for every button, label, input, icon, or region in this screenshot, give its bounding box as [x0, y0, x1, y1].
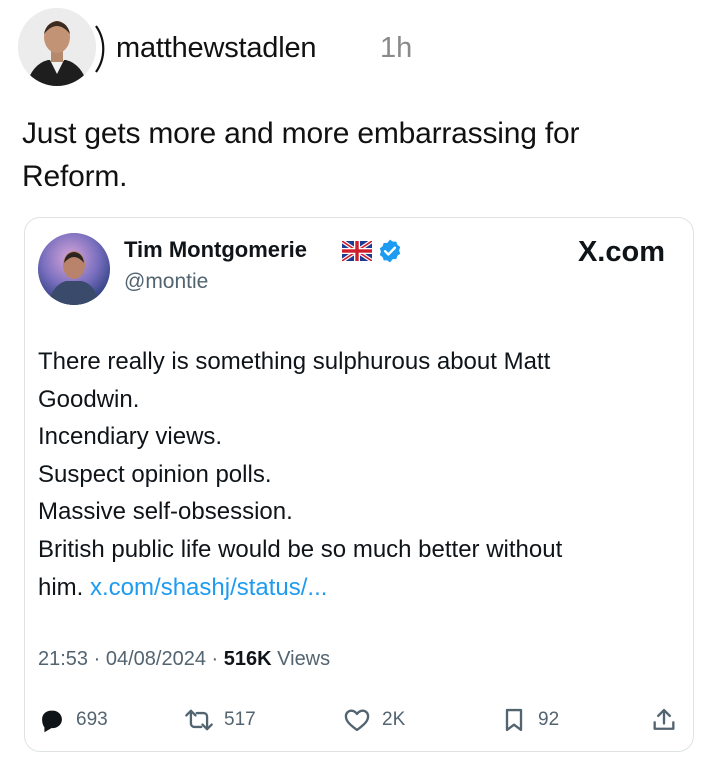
- tweet-meta: 21:53 · 04/08/2024 · 516K Views: [38, 648, 330, 671]
- tweet-time: 21:53: [38, 648, 89, 670]
- tweet-actions: 693 517 2K 92: [38, 703, 683, 737]
- tweet-date: 04/08/2024: [105, 648, 206, 670]
- post-header: matthewstadlen 1h: [18, 6, 698, 90]
- repost-icon: [185, 709, 213, 731]
- uk-flag-icon: [342, 241, 372, 261]
- post-text-line: Just gets more and more embarrassing for: [22, 117, 580, 150]
- tweet-body-line: Goodwin.: [38, 385, 140, 413]
- tweet-author-handle[interactable]: @montie: [124, 270, 208, 294]
- share-icon: [653, 708, 675, 730]
- views-count: 516K: [223, 648, 272, 670]
- meta-separator: ·: [211, 648, 219, 670]
- like-count: 2K: [382, 709, 406, 730]
- bookmark-button[interactable]: 92: [500, 703, 559, 737]
- tweet-body: There really is something sulphurous abo…: [38, 343, 683, 606]
- repost-count: 517: [224, 709, 256, 730]
- username[interactable]: matthewstadlen: [116, 32, 317, 65]
- post-text-line: Reform.: [22, 160, 128, 193]
- post-time: 1h: [380, 32, 413, 64]
- tweet-body-line: Massive self-obsession.: [38, 498, 293, 526]
- tweet-body-line: Suspect opinion polls.: [38, 460, 272, 488]
- like-button[interactable]: 2K: [342, 703, 405, 737]
- meta-separator: ·: [93, 648, 101, 670]
- tweet-body-line: Incendiary views.: [38, 423, 223, 451]
- share-button[interactable]: [650, 703, 678, 737]
- repost-button[interactable]: 517: [184, 703, 256, 737]
- verified-icon: [379, 239, 401, 263]
- bookmark-count: 92: [538, 709, 560, 730]
- story-ring-icon: [95, 25, 105, 73]
- tweet-author-avatar[interactable]: [38, 233, 110, 305]
- tweet-body-line: There really is something sulphurous abo…: [38, 348, 551, 375]
- reply-icon: [42, 710, 62, 733]
- like-icon: [344, 709, 370, 732]
- reply-count: 693: [76, 709, 108, 730]
- tweet-body-line-last: him. x.com/shashj/status/...: [38, 569, 683, 607]
- tweet-author-name[interactable]: Tim Montgomerie: [124, 237, 307, 263]
- source-label: X.com: [577, 236, 665, 268]
- tweet-link[interactable]: x.com/shashj/status/...: [90, 574, 327, 601]
- author-avatar[interactable]: [18, 6, 105, 90]
- bookmark-icon: [505, 708, 523, 732]
- embedded-tweet-card[interactable]: Tim Montgomerie @montie X.com There real…: [24, 217, 694, 752]
- views-label: Views: [277, 648, 331, 670]
- reply-button[interactable]: 693: [38, 703, 108, 737]
- tweet-body-prefix: him.: [38, 573, 84, 601]
- tweet-body-line: British public life would be so much bet…: [38, 535, 563, 563]
- post-text: Just gets more and more embarrassing for…: [22, 112, 702, 198]
